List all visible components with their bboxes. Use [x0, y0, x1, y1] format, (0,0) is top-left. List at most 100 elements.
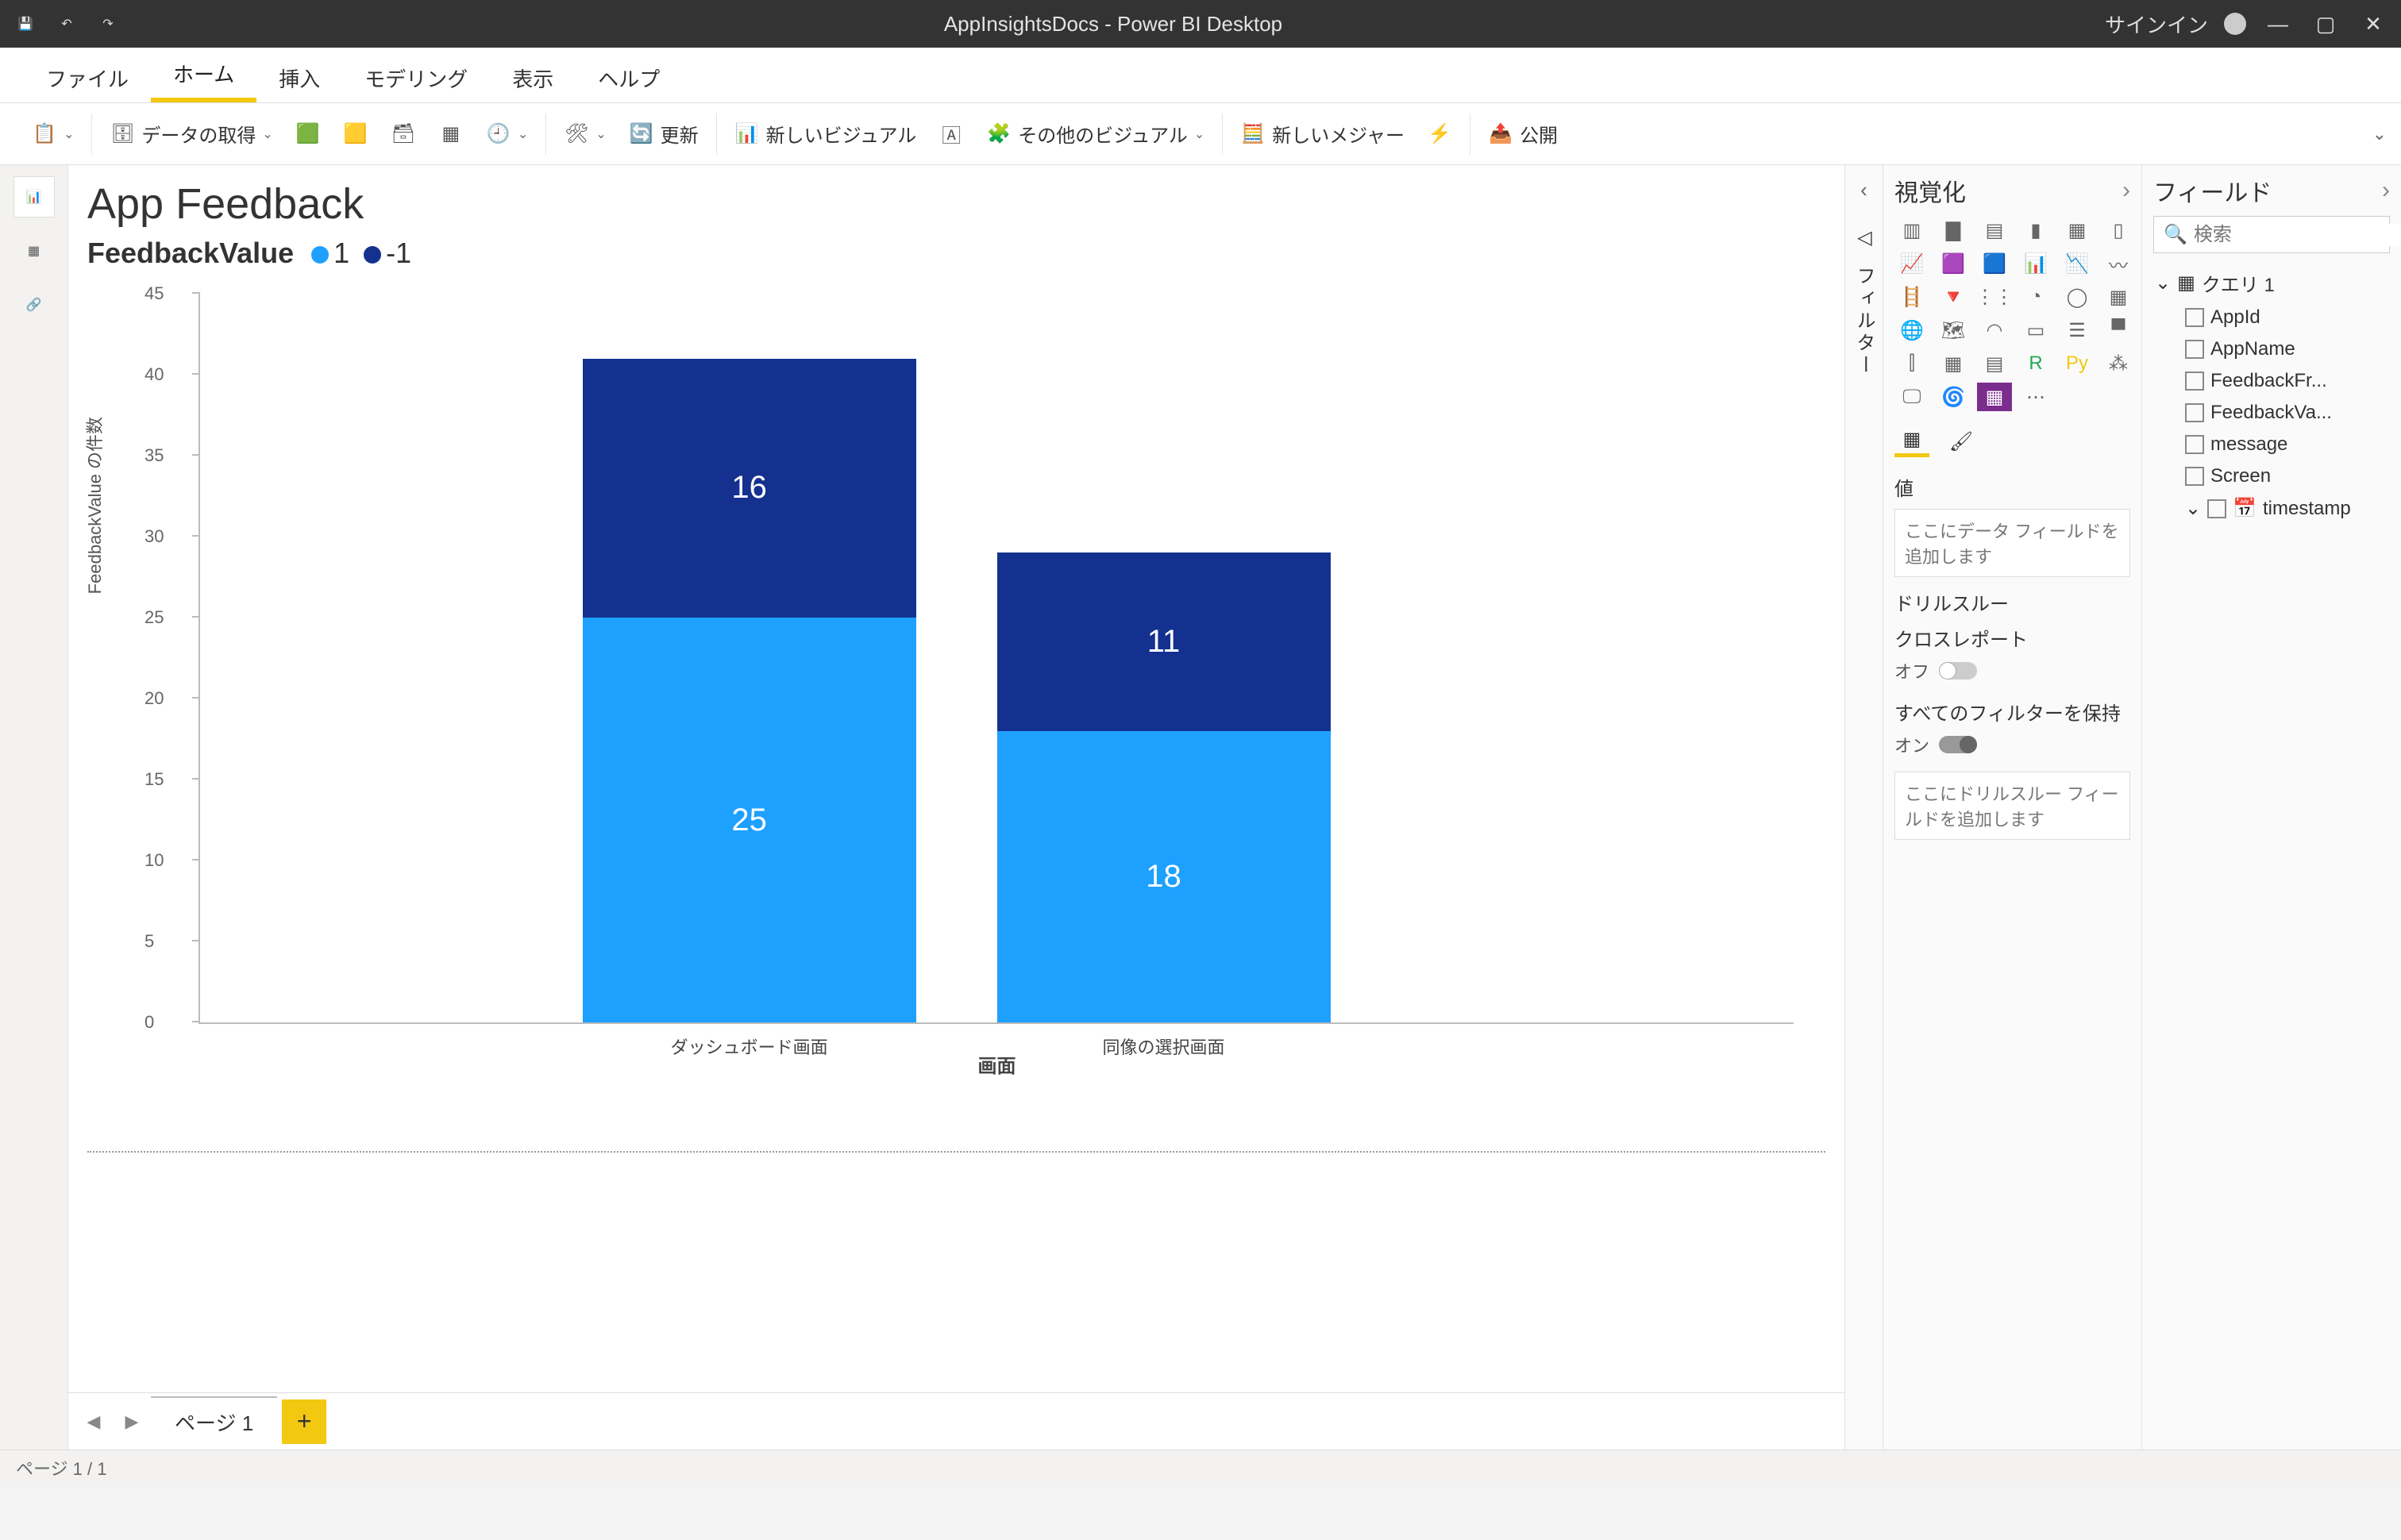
new-measure-button[interactable]: 🧮新しいメジャー	[1234, 117, 1411, 151]
paste-button[interactable]: 📋⌄	[25, 118, 80, 150]
donut-icon[interactable]: ◯	[2060, 283, 2095, 311]
menu-view[interactable]: 表示	[490, 54, 576, 102]
field-appname[interactable]: AppName	[2153, 333, 2390, 365]
checkbox-icon[interactable]	[2207, 499, 2226, 518]
new-visual-button[interactable]: 📊新しいビジュアル	[728, 117, 923, 151]
menu-file[interactable]: ファイル	[24, 54, 151, 102]
funnel-icon[interactable]: 🔻	[1936, 283, 1971, 311]
fields-panel-collapse-icon[interactable]: ›	[2382, 177, 2390, 204]
field-feedbackva[interactable]: FeedbackVa...	[2153, 397, 2390, 429]
cross-report-toggle[interactable]: オフ	[1894, 658, 2130, 683]
map-icon[interactable]: 🌐	[1894, 316, 1929, 345]
pbi-source-button[interactable]: 🟨	[337, 118, 375, 150]
line-chart-icon[interactable]: 📈	[1894, 249, 1929, 278]
gauge-icon[interactable]: ◠	[1977, 316, 2012, 345]
waterfall-icon[interactable]: 🪜	[1894, 283, 1929, 311]
matrix-icon[interactable]: ▤	[1977, 349, 2012, 378]
line-column2-icon[interactable]: 📉	[2060, 249, 2095, 278]
checkbox-icon[interactable]	[2185, 467, 2204, 486]
fields-tab-icon[interactable]: ▦	[1894, 425, 1929, 457]
recent-sources-button[interactable]: 🕘⌄	[480, 118, 534, 150]
slicer-icon[interactable]: ⫿	[1894, 349, 1929, 378]
clustered-column-icon[interactable]: ▮	[2018, 216, 2053, 244]
viz-panel-collapse-icon[interactable]: ›	[2122, 177, 2130, 204]
drillthrough-drop-well[interactable]: ここにドリルスルー フィールドを追加します	[1894, 772, 2130, 840]
filters-pane-collapsed[interactable]: ‹ ◁ フィルター	[1845, 165, 1883, 1450]
field-appid[interactable]: AppId	[2153, 302, 2390, 333]
close-icon[interactable]: ✕	[2357, 12, 2389, 37]
publish-button[interactable]: 📤公開	[1482, 117, 1564, 151]
field-timestamp[interactable]: ⌄📅timestamp	[2153, 492, 2390, 525]
ribbon-chart-icon[interactable]: 〰	[2101, 249, 2136, 278]
page-next-button[interactable]: ▶	[113, 1403, 151, 1441]
scatter-icon[interactable]: ⋮⋮	[1977, 283, 2012, 311]
bar-segment-neg1[interactable]: 11	[997, 552, 1331, 730]
py-visual-icon[interactable]: Py	[2060, 349, 2095, 378]
model-view-icon[interactable]: 🔗	[13, 284, 55, 325]
stacked100-column-icon[interactable]: ▯	[2101, 216, 2136, 244]
format-tab-icon[interactable]: 🖌	[1944, 425, 1979, 457]
report-view-icon[interactable]: 📊	[13, 176, 55, 218]
undo-icon[interactable]: ↶	[53, 10, 80, 37]
bar-group[interactable]: 1118同像の選択画面	[997, 552, 1331, 1022]
fields-search[interactable]: 🔍	[2153, 216, 2390, 253]
more-visuals-icon[interactable]: ⋯	[2018, 383, 2053, 411]
field-message[interactable]: message	[2153, 429, 2390, 460]
table-node[interactable]: ⌄▦クエリ 1	[2153, 264, 2390, 302]
page-tab-1[interactable]: ページ 1	[151, 1396, 277, 1446]
transform-data-button[interactable]: 🛠⌄	[557, 118, 612, 150]
paginated-icon[interactable]: ▦	[1977, 383, 2012, 411]
save-icon[interactable]: 💾	[12, 10, 39, 37]
field-screen[interactable]: Screen	[2153, 460, 2390, 492]
keep-filters-toggle[interactable]: オン	[1894, 732, 2130, 757]
kpi-icon[interactable]: ▀	[2101, 316, 2136, 345]
checkbox-icon[interactable]	[2185, 435, 2204, 454]
line-column-icon[interactable]: 📊	[2018, 249, 2053, 278]
qa-visual-icon[interactable]: 🌀	[1936, 383, 1971, 411]
menu-insert[interactable]: 挿入	[256, 54, 342, 102]
more-visuals-button[interactable]: 🧩その他のビジュアル⌄	[980, 117, 1211, 151]
stacked-bar-icon[interactable]: ▥	[1894, 216, 1929, 244]
bar-segment-1[interactable]: 25	[583, 618, 916, 1022]
expand-filters-icon[interactable]: ‹	[1860, 178, 1867, 202]
decomp-tree-icon[interactable]: 🖵	[1894, 383, 1929, 411]
fields-search-input[interactable]	[2194, 224, 2401, 246]
checkbox-icon[interactable]	[2185, 372, 2204, 391]
values-drop-well[interactable]: ここにデータ フィールドを追加します	[1894, 509, 2130, 577]
pie-icon[interactable]: ◔	[2018, 283, 2053, 311]
data-view-icon[interactable]: ▦	[13, 230, 55, 271]
field-feedbackfr[interactable]: FeedbackFr...	[2153, 365, 2390, 397]
area-chart-icon[interactable]: 🟪	[1936, 249, 1971, 278]
get-data-button[interactable]: 🗄データの取得⌄	[103, 117, 279, 151]
bar-segment-neg1[interactable]: 16	[583, 359, 916, 618]
clustered-bar-icon[interactable]: ▤	[1977, 216, 2012, 244]
checkbox-icon[interactable]	[2185, 403, 2204, 422]
stacked100-bar-icon[interactable]: ▦	[2060, 216, 2095, 244]
report-canvas[interactable]: App Feedback FeedbackValue 1 -1 Feedback…	[68, 165, 1845, 1450]
redo-icon[interactable]: ↷	[94, 10, 121, 37]
sign-in-button[interactable]: サインイン	[2105, 10, 2208, 39]
menu-modeling[interactable]: モデリング	[342, 54, 490, 102]
enter-data-button[interactable]: ▦	[432, 118, 470, 150]
card-icon[interactable]: ▭	[2018, 316, 2053, 345]
bar-group[interactable]: 1625ダッシュボード画面	[583, 359, 916, 1022]
multi-card-icon[interactable]: ☰	[2060, 316, 2095, 345]
r-visual-icon[interactable]: R	[2018, 349, 2053, 378]
checkbox-icon[interactable]	[2185, 308, 2204, 327]
stacked-area-icon[interactable]: 🟦	[1977, 249, 2012, 278]
user-avatar-icon[interactable]	[2224, 13, 2246, 35]
menu-help[interactable]: ヘルプ	[576, 54, 682, 102]
page-prev-button[interactable]: ◀	[75, 1403, 113, 1441]
stacked-column-icon[interactable]: ▇	[1936, 216, 1971, 244]
refresh-button[interactable]: 🔄更新	[622, 117, 705, 151]
sql-source-button[interactable]: 🗃	[384, 118, 422, 150]
filled-map-icon[interactable]: 🗺	[1936, 316, 1971, 345]
text-box-button[interactable]: 🄰	[932, 118, 970, 150]
quick-measure-button[interactable]: ⚡	[1420, 118, 1459, 150]
maximize-icon[interactable]: ▢	[2310, 12, 2341, 37]
bar-segment-1[interactable]: 18	[997, 731, 1331, 1022]
ribbon-collapse-button[interactable]: ⌄	[2372, 124, 2387, 144]
checkbox-icon[interactable]	[2185, 340, 2204, 359]
excel-source-button[interactable]: 🟩	[289, 118, 327, 150]
page-add-button[interactable]: +	[282, 1399, 326, 1444]
